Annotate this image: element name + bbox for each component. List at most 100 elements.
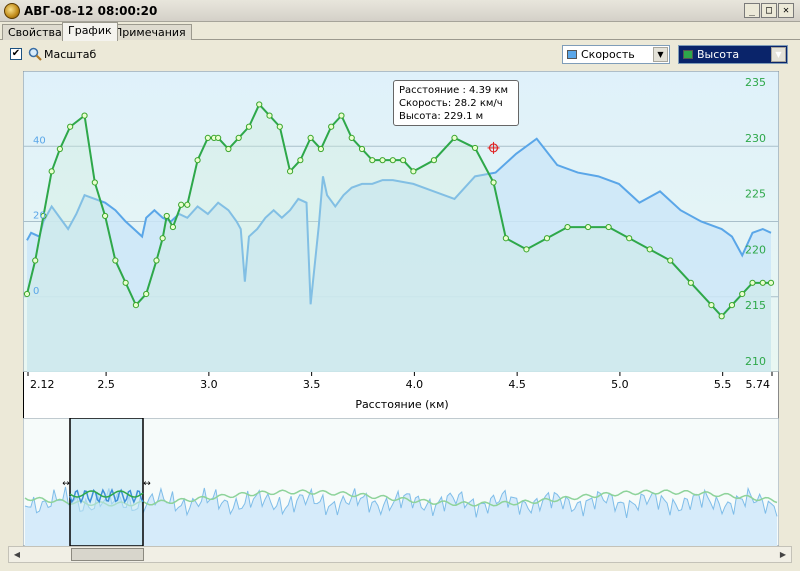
height-point[interactable] — [490, 179, 497, 186]
height-point[interactable] — [400, 157, 407, 164]
height-point[interactable] — [23, 290, 31, 298]
y-right-tick-label: 210 — [745, 355, 766, 368]
height-point[interactable] — [328, 123, 335, 130]
height-point[interactable] — [184, 201, 191, 208]
height-point[interactable] — [410, 168, 417, 175]
height-point[interactable] — [32, 257, 39, 264]
window-resize-left-icon[interactable]: ↔ — [62, 479, 70, 489]
height-point[interactable] — [153, 257, 160, 264]
x-tick-label: 2.12 — [30, 378, 55, 391]
scroll-left-icon[interactable]: ◀ — [9, 547, 25, 562]
height-point[interactable] — [739, 290, 746, 298]
height-point[interactable] — [91, 179, 98, 186]
scale-checkbox[interactable]: ✔ — [10, 48, 22, 60]
height-point[interactable] — [667, 257, 674, 264]
height-point[interactable] — [759, 279, 766, 286]
height-point[interactable] — [767, 279, 775, 286]
scroll-right-icon[interactable]: ▶ — [775, 547, 791, 562]
height-point[interactable] — [369, 157, 376, 164]
y-right-tick-label: 215 — [745, 299, 766, 312]
height-point[interactable] — [48, 168, 55, 175]
height-point[interactable] — [605, 223, 612, 231]
height-point[interactable] — [169, 223, 177, 231]
height-point[interactable] — [307, 134, 314, 141]
height-point[interactable] — [543, 235, 551, 242]
height-point[interactable] — [225, 145, 232, 153]
tab-notes[interactable]: Примечания — [108, 24, 192, 40]
y-left-tick-label: 20 — [33, 211, 46, 222]
height-point[interactable] — [67, 123, 74, 130]
height-point[interactable] — [256, 101, 263, 108]
tab-chart[interactable]: График — [62, 22, 118, 41]
height-point[interactable] — [101, 212, 109, 220]
height-point[interactable] — [81, 112, 88, 119]
app-icon — [4, 3, 20, 19]
x-tick-label: 3.0 — [200, 378, 218, 391]
height-point[interactable] — [728, 302, 736, 309]
height-point[interactable] — [143, 290, 150, 298]
height-point[interactable] — [297, 157, 304, 164]
height-point[interactable] — [204, 134, 211, 141]
height-point[interactable] — [687, 279, 694, 286]
height-point[interactable] — [389, 157, 396, 164]
tab-properties[interactable]: Свойства — [2, 24, 68, 40]
height-point[interactable] — [718, 313, 725, 320]
height-point[interactable] — [235, 134, 242, 141]
height-point[interactable] — [626, 235, 633, 242]
tab-strip: Свойства График Примечания — [0, 22, 800, 41]
height-swatch — [683, 50, 693, 59]
height-point[interactable] — [451, 134, 458, 141]
close-button[interactable]: ✕ — [778, 3, 794, 18]
height-point[interactable] — [564, 223, 571, 231]
height-point[interactable] — [56, 145, 63, 153]
scale-label: Масштаб — [44, 48, 97, 61]
height-point[interactable] — [112, 257, 119, 264]
x-tick-label: 3.5 — [303, 378, 321, 391]
x-axis-label: Расстояние (км) — [355, 398, 448, 411]
chevron-down-icon[interactable]: ▼ — [653, 47, 668, 62]
overview-chart[interactable]: ↔ ↔ — [23, 418, 779, 546]
y-right-tick-label: 235 — [745, 76, 766, 89]
height-point[interactable] — [122, 279, 129, 286]
maximize-button[interactable]: □ — [761, 3, 777, 18]
height-point[interactable] — [502, 235, 509, 242]
overview-window[interactable] — [69, 418, 144, 546]
x-tick-label: 5.5 — [714, 378, 732, 391]
height-point[interactable] — [194, 157, 201, 164]
height-point[interactable] — [708, 302, 715, 309]
speed-select[interactable]: Скорость ▼ — [562, 45, 670, 64]
height-point[interactable] — [286, 168, 294, 175]
height-point[interactable] — [646, 246, 653, 253]
height-point[interactable] — [178, 201, 185, 208]
height-point[interactable] — [338, 112, 345, 119]
scroll-thumb[interactable] — [71, 548, 144, 561]
height-point[interactable] — [471, 144, 479, 152]
x-tick-label: 2.5 — [97, 378, 115, 391]
minimize-button[interactable]: _ — [744, 3, 760, 18]
height-point[interactable] — [523, 246, 530, 253]
tooltip-distance: Расстояние : 4.39 км — [399, 85, 509, 96]
height-point[interactable] — [430, 157, 438, 164]
horizontal-scrollbar[interactable]: ◀ ▶ — [8, 546, 792, 563]
height-point[interactable] — [317, 145, 325, 153]
height-point[interactable] — [749, 279, 756, 286]
height-select-label: Высота — [697, 48, 740, 61]
height-point[interactable] — [584, 223, 592, 231]
y-left-tick-label: 0 — [33, 286, 39, 297]
height-point[interactable] — [276, 123, 283, 130]
height-point[interactable] — [266, 112, 273, 119]
y-right-tick-label: 220 — [745, 243, 766, 256]
height-point[interactable] — [245, 123, 253, 130]
window-resize-right-icon[interactable]: ↔ — [143, 479, 151, 489]
chevron-down-icon[interactable]: ▼ — [771, 47, 786, 62]
height-point[interactable] — [132, 302, 140, 309]
height-point[interactable] — [215, 134, 222, 141]
height-point[interactable] — [163, 212, 170, 220]
height-point[interactable] — [379, 157, 386, 164]
height-point[interactable] — [358, 145, 366, 153]
speed-swatch — [567, 50, 577, 59]
tooltip: Расстояние : 4.39 км Скорость: 28.2 км/ч… — [393, 80, 519, 126]
height-select[interactable]: Высота ▼ — [678, 45, 788, 64]
height-point[interactable] — [348, 134, 355, 141]
height-point[interactable] — [159, 235, 166, 242]
